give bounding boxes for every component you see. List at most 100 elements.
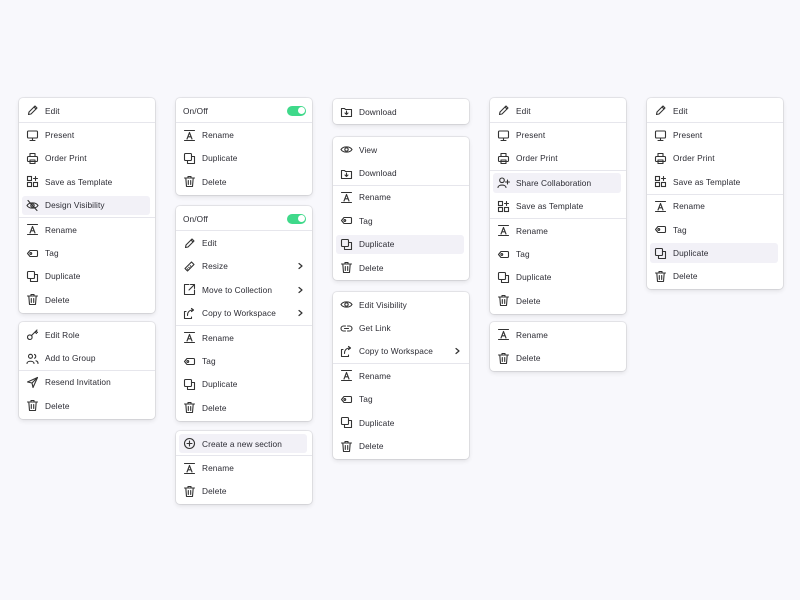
menu-item-edit-role[interactable]: Edit Role	[19, 323, 155, 346]
ruler-icon	[183, 260, 196, 273]
menu-item-rename[interactable]: Rename	[176, 123, 312, 146]
menu-item-create-section[interactable]: Create a new section	[176, 432, 312, 455]
menu-item-delete[interactable]: Delete	[176, 396, 312, 419]
menu-item-get-link[interactable]: Get Link	[333, 316, 469, 339]
menu-item-rename[interactable]: Rename	[647, 195, 783, 218]
menu-item-order-print[interactable]: Order Print	[647, 147, 783, 170]
eye-icon	[340, 143, 353, 156]
menu-item-delete[interactable]: Delete	[490, 289, 626, 312]
rename-icon	[340, 369, 353, 382]
menu-item-delete[interactable]: Delete	[333, 434, 469, 457]
menu-item-rename[interactable]: Rename	[19, 218, 155, 241]
menu-item-rename[interactable]: Rename	[176, 456, 312, 479]
menu-item-save-as-template[interactable]: Save as Template	[490, 195, 626, 218]
file-context-menu: View Download Rename Tag Duplicate Delet…	[333, 137, 469, 281]
trash-icon	[497, 352, 510, 365]
tag-icon	[26, 247, 39, 260]
menu-item-move-to-collection[interactable]: Move to Collection	[176, 278, 312, 301]
menu-item-edit-visibility[interactable]: Edit Visibility	[333, 293, 469, 316]
menu-item-rename[interactable]: Rename	[176, 326, 312, 349]
tag-icon	[340, 214, 353, 227]
menu-item-delete[interactable]: Delete	[333, 256, 469, 279]
monitor-icon	[654, 129, 667, 142]
asset-context-menu: On/Off Edit Resize Move to Collection Co…	[176, 206, 312, 421]
menu-item-rename[interactable]: Rename	[490, 219, 626, 242]
menu-item-on-off[interactable]: On/Off	[176, 99, 312, 122]
rename-icon	[497, 224, 510, 237]
pencil-icon	[497, 104, 510, 117]
send-icon	[26, 376, 39, 389]
template-icon	[654, 175, 667, 188]
menu-item-resend-invitation[interactable]: Resend Invitation	[19, 371, 155, 394]
template-context-menu: Edit Present Order Print Save as Templat…	[647, 98, 783, 290]
menu-item-copy-to-workspace[interactable]: Copy to Workspace	[333, 340, 469, 363]
menu-item-rename[interactable]: Rename	[333, 364, 469, 387]
collab-context-menu: Edit Present Order Print Share Collabora…	[490, 98, 626, 314]
monitor-icon	[497, 129, 510, 142]
rename-icon	[497, 328, 510, 341]
menu-item-order-print[interactable]: Order Print	[19, 147, 155, 170]
menu-item-save-as-template[interactable]: Save as Template	[19, 170, 155, 193]
tag-icon	[340, 393, 353, 406]
printer-icon	[497, 152, 510, 165]
menu-item-order-print[interactable]: Order Print	[490, 147, 626, 170]
menu-item-present[interactable]: Present	[19, 123, 155, 146]
menu-item-duplicate[interactable]: Duplicate	[647, 241, 783, 264]
menu-item-edit[interactable]: Edit	[490, 99, 626, 122]
menu-item-design-visibility[interactable]: Design Visibility	[19, 194, 155, 217]
menu-item-on-off[interactable]: On/Off	[176, 207, 312, 230]
menu-item-duplicate[interactable]: Duplicate	[176, 373, 312, 396]
menu-item-duplicate[interactable]: Duplicate	[19, 265, 155, 288]
user-plus-icon	[497, 176, 510, 189]
menu-item-edit[interactable]: Edit	[647, 99, 783, 122]
menu-item-duplicate[interactable]: Duplicate	[333, 233, 469, 256]
pencil-icon	[183, 237, 196, 250]
eye-icon	[340, 298, 353, 311]
menu-item-view[interactable]: View	[333, 138, 469, 161]
menu-item-edit[interactable]: Edit	[176, 231, 312, 254]
template-icon	[497, 200, 510, 213]
menu-item-save-as-template[interactable]: Save as Template	[647, 170, 783, 193]
duplicate-icon	[26, 270, 39, 283]
tag-icon	[183, 355, 196, 368]
download-folder-icon	[340, 105, 353, 118]
menu-item-copy-to-workspace[interactable]: Copy to Workspace	[176, 302, 312, 325]
menu-item-tag[interactable]: Tag	[333, 209, 469, 232]
on-off-toggle[interactable]	[287, 213, 306, 224]
menu-item-tag[interactable]: Tag	[490, 242, 626, 265]
group-context-menu: Rename Delete	[490, 322, 626, 371]
menu-item-download[interactable]: Download	[333, 161, 469, 184]
menu-item-delete[interactable]: Delete	[19, 288, 155, 311]
menu-item-add-to-group[interactable]: Add to Group	[19, 346, 155, 369]
menu-item-tag[interactable]: Tag	[176, 349, 312, 372]
menu-item-delete[interactable]: Delete	[490, 346, 626, 369]
key-icon	[26, 328, 39, 341]
menu-item-tag[interactable]: Tag	[333, 388, 469, 411]
menu-item-tag[interactable]: Tag	[19, 241, 155, 264]
menu-item-delete[interactable]: Delete	[647, 265, 783, 288]
menu-item-present[interactable]: Present	[647, 123, 783, 146]
menu-item-delete[interactable]: Delete	[19, 394, 155, 417]
menu-item-duplicate[interactable]: Duplicate	[176, 147, 312, 170]
trash-icon	[654, 270, 667, 283]
menu-item-duplicate[interactable]: Duplicate	[490, 266, 626, 289]
menu-item-delete[interactable]: Delete	[176, 480, 312, 503]
printer-icon	[654, 152, 667, 165]
menu-item-rename[interactable]: Rename	[490, 323, 626, 346]
menu-item-rename[interactable]: Rename	[333, 186, 469, 209]
on-off-toggle[interactable]	[287, 105, 306, 116]
menu-item-resize[interactable]: Resize	[176, 255, 312, 278]
menu-item-edit[interactable]: Edit	[19, 99, 155, 122]
trash-icon	[183, 175, 196, 188]
menu-item-tag[interactable]: Tag	[647, 218, 783, 241]
tag-icon	[654, 223, 667, 236]
menu-item-download[interactable]: Download	[333, 100, 469, 123]
menu-item-delete[interactable]: Delete	[176, 170, 312, 193]
menu-item-share-collaboration[interactable]: Share Collaboration	[490, 171, 626, 194]
menu-item-duplicate[interactable]: Duplicate	[333, 411, 469, 434]
trash-icon	[340, 440, 353, 453]
move-icon	[183, 283, 196, 296]
rename-icon	[183, 462, 196, 475]
group-icon	[26, 352, 39, 365]
menu-item-present[interactable]: Present	[490, 123, 626, 146]
